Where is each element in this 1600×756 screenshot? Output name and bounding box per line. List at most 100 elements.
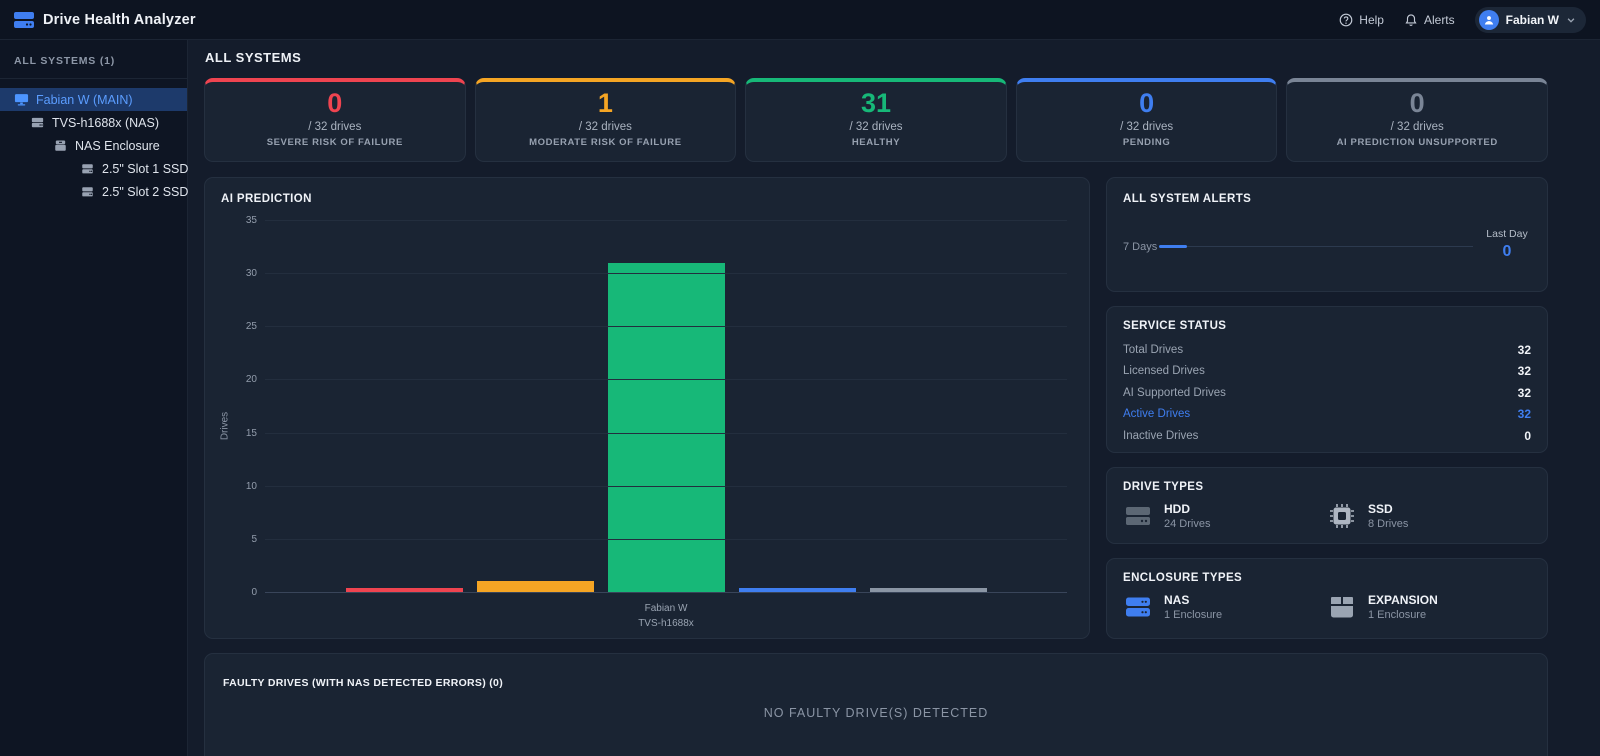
help-label: Help <box>1359 12 1384 27</box>
stat-sub: / 32 drives <box>308 120 362 133</box>
service-status-row: Active Drives 32 <box>1123 404 1531 426</box>
stat-card[interactable]: 31 / 32 drives HEALTHY <box>745 78 1007 162</box>
type-count: 1 Enclosure <box>1368 609 1427 621</box>
type-count: 1 Enclosure <box>1164 609 1223 621</box>
sidebar: ALL SYSTEMS (1) Fabian W (MAIN) TVS-h168… <box>0 40 188 756</box>
y-tick-label: 35 <box>245 215 257 226</box>
ai-prediction-panel: AI PREDICTION Drives 0 5 10 15 20 25 30 <box>204 177 1090 639</box>
y-tick-label: 20 <box>245 374 257 386</box>
chart-x-tick-label: Fabian W TVS-h1688x <box>265 602 1067 631</box>
faulty-drives-title: FAULTY DRIVES (WITH NAS DETECTED ERRORS)… <box>223 677 503 689</box>
stat-value: 31 <box>860 88 892 118</box>
main-content: ALL SYSTEMS 0 / 32 drives SEVERE RISK OF… <box>188 40 1600 756</box>
stat-card[interactable]: 1 / 32 drives MODERATE RISK OF FAILURE <box>474 78 737 162</box>
drive-types-panel: DRIVE TYPES HDD 24 Drives SSD 8 Drives <box>1106 467 1548 544</box>
drive-icon <box>80 161 95 176</box>
service-row-value: 32 <box>1517 407 1531 422</box>
sidebar-item[interactable]: NAS Enclosure <box>0 134 187 157</box>
nas-enclosure-icon <box>1123 594 1153 620</box>
stat-cards-row: 0 / 32 drives SEVERE RISK OF FAILURE 1 /… <box>204 78 1548 162</box>
stat-label: AI PREDICTION UNSUPPORTED <box>1336 136 1498 148</box>
sidebar-item-label: 2.5" Slot 1 SSD <box>102 161 189 176</box>
empty-state-message: NO FAULTY DRIVE(S) DETECTED <box>763 706 989 720</box>
sidebar-header: ALL SYSTEMS (1) <box>0 40 187 79</box>
stat-card[interactable]: 0 / 32 drives SEVERE RISK OF FAILURE <box>204 78 466 162</box>
user-name: Fabian W <box>1505 12 1559 27</box>
stat-card[interactable]: 0 / 32 drives AI PREDICTION UNSUPPORTED <box>1286 78 1548 162</box>
topbar-right: Help Alerts Fabian W <box>1339 6 1586 33</box>
stat-sub: / 32 drives <box>1120 120 1174 133</box>
avatar <box>1478 9 1499 30</box>
type-item: HDD 24 Drives <box>1123 502 1327 530</box>
alerts-timeline-slider[interactable] <box>1159 245 1473 248</box>
sidebar-item[interactable]: 2.5" Slot 1 SSD <box>0 157 189 180</box>
user-menu[interactable]: Fabian W <box>1474 6 1586 33</box>
enclosure-types-title: ENCLOSURE TYPES <box>1123 572 1243 584</box>
type-item: EXPANSION 1 Enclosure <box>1327 593 1531 621</box>
app-logo-icon <box>14 11 34 29</box>
topbar: Drive Health Analyzer Help Alerts Fabian… <box>0 0 1600 40</box>
y-tick-label: 10 <box>245 480 257 492</box>
alerts-range-label: 7 Days <box>1123 240 1158 253</box>
type-name: EXPANSION <box>1368 593 1438 607</box>
gridline: 10 <box>246 481 1067 492</box>
y-tick-label: 25 <box>245 321 257 333</box>
stat-label: MODERATE RISK OF FAILURE <box>529 136 682 148</box>
help-icon <box>1339 13 1353 27</box>
faulty-drives-panel: FAULTY DRIVES (WITH NAS DETECTED ERRORS)… <box>204 653 1548 756</box>
service-row-value: 32 <box>1517 364 1531 379</box>
service-row-label: Active Drives <box>1123 408 1191 421</box>
chevron-down-icon <box>1566 15 1576 25</box>
bar-healthy[interactable] <box>607 263 725 592</box>
bar-moderate-risk-of-failure[interactable] <box>476 581 594 592</box>
hdd-icon <box>1123 503 1153 529</box>
bell-icon <box>1404 13 1418 27</box>
stat-value: 1 <box>597 88 613 118</box>
system-tree: Fabian W (MAIN) TVS-h1688x (NAS) NAS Enc… <box>0 79 189 203</box>
all-system-alerts-panel: ALL SYSTEM ALERTS 7 Days Last Day 0 <box>1106 177 1548 292</box>
gridline: 25 <box>246 321 1067 332</box>
y-tick-label: 15 <box>245 427 257 439</box>
alerts-button[interactable]: Alerts <box>1404 13 1455 27</box>
drive-types-title: DRIVE TYPES <box>1123 481 1204 493</box>
type-item: SSD 8 Drives <box>1327 502 1531 530</box>
service-status-row: AI Supported Drives 32 <box>1123 382 1531 404</box>
type-name: SSD <box>1368 502 1393 516</box>
alerts-timeline-handle[interactable] <box>1159 245 1188 248</box>
type-item: NAS 1 Enclosure <box>1123 593 1327 621</box>
enclosure-types-panel: ENCLOSURE TYPES NAS 1 Enclosure EXPANSIO… <box>1106 558 1548 639</box>
drive-health-analyzer-app: Drive Health Analyzer Help Alerts Fabian… <box>0 0 1600 756</box>
stat-value: 0 <box>327 88 343 118</box>
y-tick-label: 5 <box>251 533 257 545</box>
stat-sub: / 32 drives <box>1390 120 1444 133</box>
stat-sub: / 32 drives <box>849 120 903 133</box>
y-tick-label: 30 <box>245 268 257 280</box>
stat-label: PENDING <box>1122 136 1171 148</box>
chart-x-label-line2: TVS-h1688x <box>638 617 694 629</box>
sidebar-item-label: 2.5" Slot 2 SSD <box>102 184 189 199</box>
service-status-rows: Total Drives 32 Licensed Drives 32 AI Su… <box>1123 339 1531 447</box>
gridline: 0 <box>251 587 1067 598</box>
type-name: NAS <box>1164 593 1190 607</box>
sidebar-item[interactable]: Fabian W (MAIN) <box>0 88 187 111</box>
y-tick-label: 0 <box>251 587 257 598</box>
service-status-row: Total Drives 32 <box>1123 339 1531 361</box>
page-title: ALL SYSTEMS <box>205 50 302 65</box>
gridline: 15 <box>246 428 1067 439</box>
last-day-value: 0 <box>1502 243 1512 260</box>
sidebar-item[interactable]: TVS-h1688x (NAS) <box>0 111 187 134</box>
service-row-value: 32 <box>1517 385 1531 400</box>
nas-icon <box>30 115 45 130</box>
alerts-panel-title: ALL SYSTEM ALERTS <box>1123 193 1252 205</box>
service-status-row: Licensed Drives 32 <box>1123 361 1531 383</box>
service-row-value: 0 <box>1524 428 1531 443</box>
stat-card[interactable]: 0 / 32 drives PENDING <box>1015 78 1278 162</box>
chart-plot-area: 0 5 10 15 20 25 30 35 <box>246 215 1067 598</box>
expansion-enclosure-icon <box>1327 594 1357 620</box>
sidebar-item[interactable]: 2.5" Slot 2 SSD <box>0 180 189 203</box>
service-status-title: SERVICE STATUS <box>1123 320 1227 332</box>
ai-prediction-title: AI PREDICTION <box>221 193 312 205</box>
help-button[interactable]: Help <box>1339 13 1384 27</box>
monitor-icon <box>14 92 29 107</box>
service-row-label: AI Supported Drives <box>1123 386 1226 399</box>
